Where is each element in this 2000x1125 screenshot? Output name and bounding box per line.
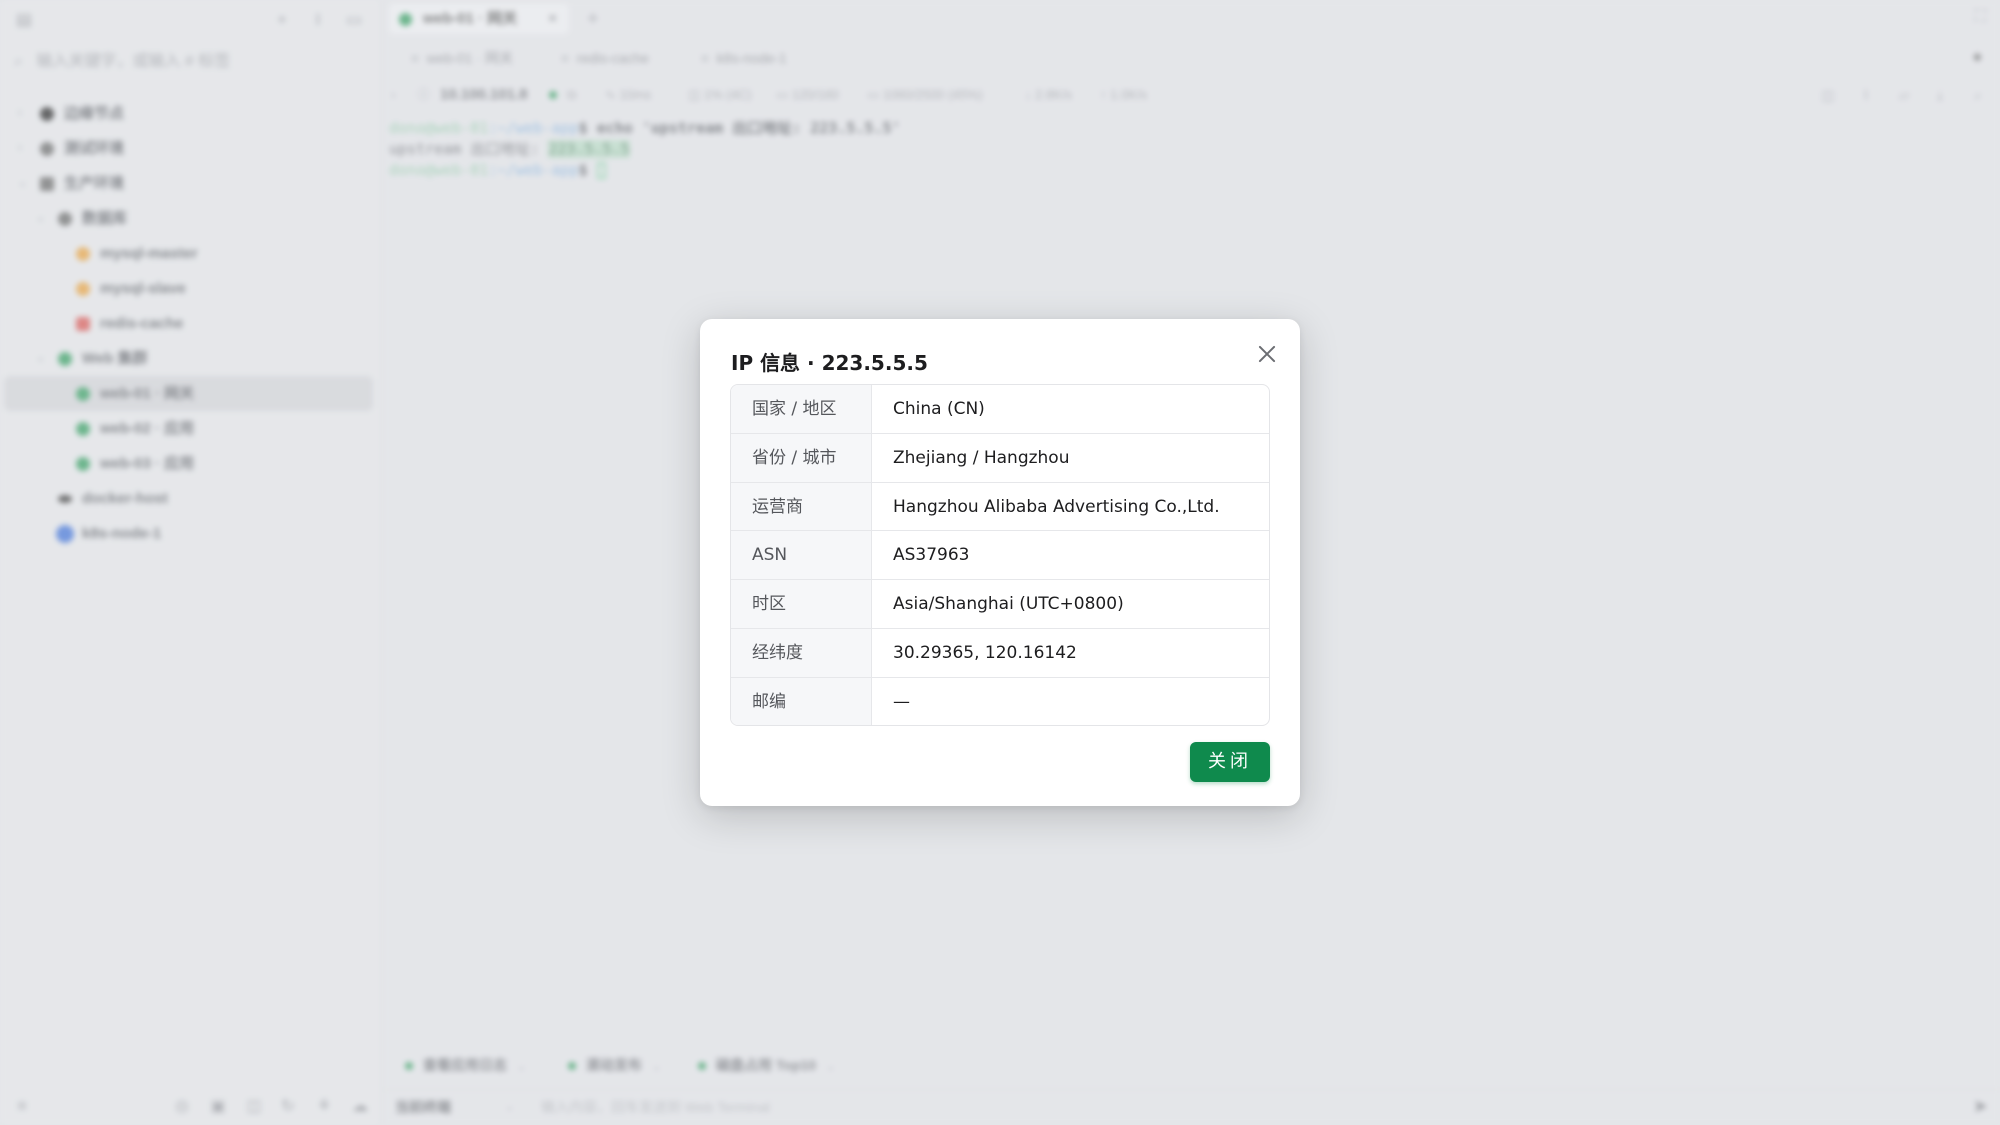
close-button[interactable]: 关闭 bbox=[1190, 742, 1270, 782]
row-key: 经纬度 bbox=[731, 628, 872, 677]
row-value: Zhejiang / Hangzhou bbox=[893, 447, 1070, 468]
table-row: 运营商 Hangzhou Alibaba Advertising Co.,Ltd… bbox=[731, 482, 1269, 532]
row-key: 运营商 bbox=[731, 482, 872, 531]
row-key: 时区 bbox=[731, 580, 872, 628]
table-row: 时区 Asia/Shanghai (UTC+0800) bbox=[731, 580, 1269, 629]
table-row: 省份 / 城市 Zhejiang / Hangzhou bbox=[731, 433, 1269, 483]
row-value: AS37963 bbox=[893, 545, 970, 566]
dialog-title: IP 信息 · 223.5.5.5 bbox=[731, 351, 928, 375]
row-value: 30.29365, 120.16142 bbox=[893, 642, 1077, 663]
close-icon[interactable] bbox=[1256, 343, 1278, 365]
row-value: Hangzhou Alibaba Advertising Co.,Ltd. bbox=[893, 496, 1220, 517]
ip-info-dialog: IP 信息 · 223.5.5.5 国家 / 地区 China (CN) 省份 … bbox=[700, 319, 1300, 806]
row-key: ASN bbox=[731, 531, 872, 580]
row-key: 国家 / 地区 bbox=[731, 385, 872, 433]
row-value: China (CN) bbox=[893, 399, 985, 419]
row-key: 邮编 bbox=[731, 677, 872, 725]
row-value: Asia/Shanghai (UTC+0800) bbox=[893, 594, 1124, 615]
table-row: 经纬度 30.29365, 120.16142 bbox=[731, 628, 1269, 678]
row-value: — bbox=[893, 691, 910, 712]
table-row: 邮编 — bbox=[731, 677, 1269, 725]
row-key: 省份 / 城市 bbox=[731, 433, 872, 482]
table-row: ASN AS37963 bbox=[731, 531, 1269, 581]
table-row: 国家 / 地区 China (CN) bbox=[731, 385, 1269, 434]
ip-info-table: 国家 / 地区 China (CN) 省份 / 城市 Zhejiang / Ha… bbox=[730, 384, 1270, 726]
